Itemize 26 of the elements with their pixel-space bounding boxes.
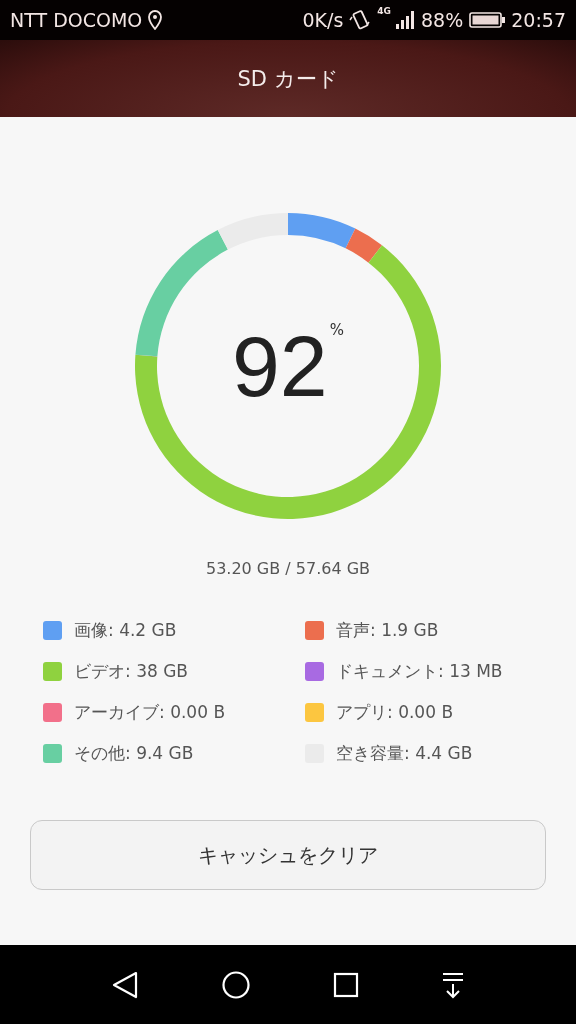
legend-label: ドキュメント: 13 MB	[336, 660, 503, 683]
battery-icon	[469, 11, 506, 29]
location-pin-icon	[148, 10, 163, 30]
notification-pull-icon	[441, 970, 465, 999]
back-icon	[111, 969, 139, 1000]
legend-label: 画像: 4.2 GB	[74, 619, 177, 642]
clear-cache-button[interactable]: キャッシュをクリア	[30, 820, 546, 890]
legend-label: ビデオ: 38 GB	[74, 660, 188, 683]
battery-percent: 88%	[421, 9, 464, 31]
legend-label: その他: 9.4 GB	[74, 742, 194, 765]
legend-label: 音声: 1.9 GB	[336, 619, 439, 642]
network-type: 4G	[377, 6, 391, 16]
storage-summary: 53.20 GB / 57.64 GB	[205, 559, 371, 578]
recent-apps-icon	[333, 971, 359, 998]
percent-sign: %	[329, 321, 344, 339]
usage-percent: 92	[232, 323, 328, 409]
legend-label: アーカイブ: 0.00 B	[74, 701, 226, 724]
clock-time: 20:57	[511, 9, 566, 31]
legend-label: アプリ: 0.00 B	[336, 701, 454, 724]
network-speed: 0K/s	[302, 9, 344, 31]
vibrate-icon	[349, 9, 372, 31]
signal-icon	[393, 10, 415, 30]
legend-label: 空き容量: 4.4 GB	[336, 742, 473, 765]
carrier-name: NTT DOCOMO	[10, 9, 143, 31]
home-icon	[221, 969, 251, 1000]
page-title: SD カード	[237, 65, 339, 93]
